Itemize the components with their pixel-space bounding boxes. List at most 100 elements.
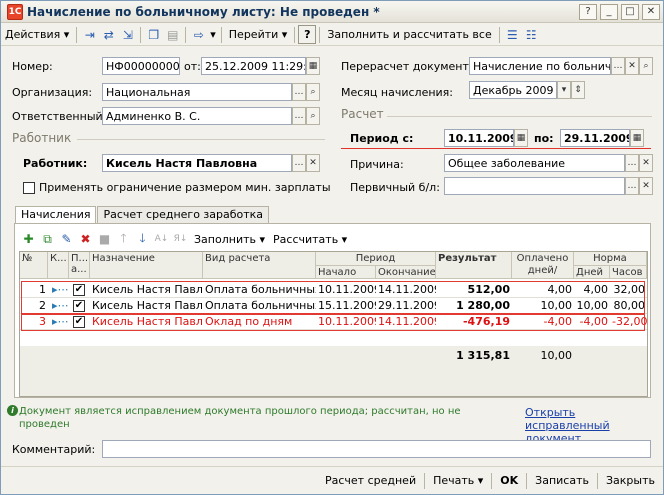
select-icon[interactable]: … bbox=[292, 154, 306, 172]
reason-field[interactable]: Общее заболевание bbox=[444, 154, 625, 172]
close-button[interactable]: Закрыть bbox=[598, 471, 663, 491]
select-icon[interactable]: … bbox=[625, 154, 639, 172]
col-period: Период bbox=[316, 252, 436, 266]
select-icon[interactable]: … bbox=[611, 57, 625, 75]
reason-label: Причина: bbox=[350, 158, 404, 171]
tab-average-earnings[interactable]: Расчет среднего заработка bbox=[97, 206, 270, 223]
worker-field[interactable]: Кисель Настя Павловна bbox=[102, 154, 292, 172]
period-from-field[interactable]: 10.11.2009 bbox=[444, 129, 514, 147]
maximize-icon[interactable]: □ bbox=[621, 3, 639, 20]
calc-section-title: Расчет bbox=[341, 107, 384, 121]
open-icon[interactable]: ⌕ bbox=[306, 107, 320, 125]
col-k: К... bbox=[48, 252, 69, 279]
chevron-down-icon[interactable]: ▾ bbox=[557, 81, 571, 99]
accruals-grid: № К... П... а... Назначение Вид расчета … bbox=[19, 251, 648, 397]
clear-icon[interactable]: ✕ bbox=[625, 57, 639, 75]
avg-calc-button[interactable]: Расчет средней bbox=[317, 471, 424, 491]
calendar-icon[interactable]: ▦ bbox=[306, 57, 320, 75]
divider bbox=[498, 26, 500, 43]
total-paid: 10,00 bbox=[540, 349, 573, 362]
based-on-dropdown[interactable]: ▾ bbox=[208, 25, 218, 44]
select-icon[interactable]: … bbox=[625, 177, 639, 195]
calendar-icon[interactable]: ▦ bbox=[630, 129, 644, 147]
clear-icon[interactable]: ✕ bbox=[639, 154, 653, 172]
number-field[interactable]: НФ000000006 bbox=[102, 57, 180, 75]
calendar-icon[interactable]: ▦ bbox=[514, 129, 528, 147]
total-result: 1 315,81 bbox=[456, 349, 510, 362]
calculate-menu[interactable]: Рассчитать ▾ bbox=[269, 230, 351, 249]
fill-menu[interactable]: Заполнить ▾ bbox=[190, 230, 269, 249]
post-close-icon[interactable]: ⇲ bbox=[118, 25, 137, 44]
col-start: Начало bbox=[316, 266, 376, 279]
col-days: Дней bbox=[574, 266, 610, 279]
copy-doc-icon[interactable]: ❐ bbox=[144, 25, 163, 44]
title-bar: 1С Начисление по больничному листу: Не п… bbox=[1, 1, 663, 23]
delete-row-icon[interactable]: ✖ bbox=[76, 230, 95, 249]
clear-icon[interactable]: ✕ bbox=[639, 177, 653, 195]
close-icon[interactable]: ✕ bbox=[642, 3, 660, 20]
min-wage-checkbox[interactable] bbox=[23, 182, 35, 194]
org-label: Организация: bbox=[12, 86, 93, 99]
recalc-field[interactable]: Начисление по больничному ... bbox=[469, 57, 611, 75]
date-field[interactable]: 25.12.2009 11:29:54 bbox=[201, 57, 306, 75]
fill-calc-all-button[interactable]: Заполнить и рассчитать все bbox=[323, 25, 495, 44]
sort-asc-icon[interactable]: A↓ bbox=[152, 230, 171, 249]
col-num: № bbox=[20, 252, 48, 279]
col-norm: Норма bbox=[574, 252, 647, 266]
print-menu[interactable]: Печать ▾ bbox=[425, 471, 491, 491]
unpost-icon[interactable]: ⇄ bbox=[99, 25, 118, 44]
min-wage-label: Применять ограничение размером мин. зарп… bbox=[39, 181, 331, 194]
ok-button[interactable]: OK bbox=[492, 471, 526, 491]
structure-icon[interactable]: ☰ bbox=[503, 25, 522, 44]
col-paid: Оплачено дней/часов bbox=[512, 252, 574, 279]
resp-label: Ответственный: bbox=[12, 110, 107, 123]
org-field[interactable]: Национальная bbox=[102, 83, 292, 101]
spin-icon[interactable]: ⇕ bbox=[571, 81, 585, 99]
minimize-icon[interactable]: _ bbox=[600, 3, 618, 20]
select-icon[interactable]: … bbox=[292, 107, 306, 125]
month-field[interactable]: Декабрь 2009 bbox=[469, 81, 557, 99]
primary-label: Первичный б/л: bbox=[350, 181, 440, 194]
accruals-panel: ✚ ⧉ ✎ ✖ ■ 🡑 🡓 A↓ Я↓ Заполнить ▾ Рассчита… bbox=[14, 223, 651, 398]
help-button[interactable]: ? bbox=[298, 25, 317, 44]
move-down-icon[interactable]: 🡓 bbox=[133, 230, 152, 249]
add-row-icon[interactable]: ✚ bbox=[19, 230, 38, 249]
print-icon[interactable]: ▤ bbox=[163, 25, 182, 44]
select-icon[interactable]: … bbox=[292, 83, 306, 101]
open-icon[interactable]: ⌕ bbox=[639, 57, 653, 75]
resp-field[interactable]: Админенко В. С. bbox=[102, 107, 292, 125]
copy-row-icon[interactable]: ⧉ bbox=[38, 230, 57, 249]
edit-row-icon[interactable]: ✎ bbox=[57, 230, 76, 249]
post-icon[interactable]: ⇥ bbox=[80, 25, 99, 44]
number-label: Номер: bbox=[12, 60, 53, 73]
col-p: П... а... bbox=[69, 252, 90, 279]
toolbar: Действия ▾ ⇥ ⇄ ⇲ ❐ ▤ ⇨ ▾ Перейти ▾ ? Зап… bbox=[1, 24, 663, 46]
comment-field[interactable] bbox=[102, 440, 651, 458]
move-up-icon[interactable]: 🡑 bbox=[114, 230, 133, 249]
correction-note: Документ является исправлением документа… bbox=[19, 406, 461, 430]
period-from-label: Период с: bbox=[350, 132, 414, 145]
period-to-field[interactable]: 29.11.2009 bbox=[560, 129, 630, 147]
open-icon[interactable]: ⌕ bbox=[306, 83, 320, 101]
end-edit-icon[interactable]: ■ bbox=[95, 230, 114, 249]
settings-list-icon[interactable]: ☷ bbox=[522, 25, 541, 44]
based-on-icon[interactable]: ⇨ bbox=[189, 25, 208, 44]
help-icon[interactable]: ? bbox=[579, 3, 597, 20]
worker-label: Работник: bbox=[23, 157, 88, 170]
info-icon: i bbox=[7, 405, 18, 416]
period-to-label: по: bbox=[534, 132, 554, 145]
tab-accruals[interactable]: Начисления bbox=[15, 206, 97, 224]
clear-icon[interactable]: ✕ bbox=[306, 154, 320, 172]
write-button[interactable]: Записать bbox=[527, 471, 597, 491]
bottom-bar: Расчет средней Печать ▾ OK Записать Закр… bbox=[1, 466, 663, 494]
divider bbox=[387, 116, 652, 117]
comment-label: Комментарий: bbox=[12, 443, 96, 456]
col-name: Назначение bbox=[90, 252, 203, 279]
sort-desc-icon[interactable]: Я↓ bbox=[171, 230, 190, 249]
actions-menu[interactable]: Действия ▾ bbox=[1, 25, 73, 44]
recalc-label: Перерасчет документа: bbox=[341, 60, 480, 73]
app-logo-icon: 1С bbox=[7, 3, 23, 20]
primary-field[interactable] bbox=[444, 177, 625, 195]
goto-menu[interactable]: Перейти ▾ bbox=[225, 25, 292, 44]
col-result: Результат bbox=[436, 252, 512, 279]
